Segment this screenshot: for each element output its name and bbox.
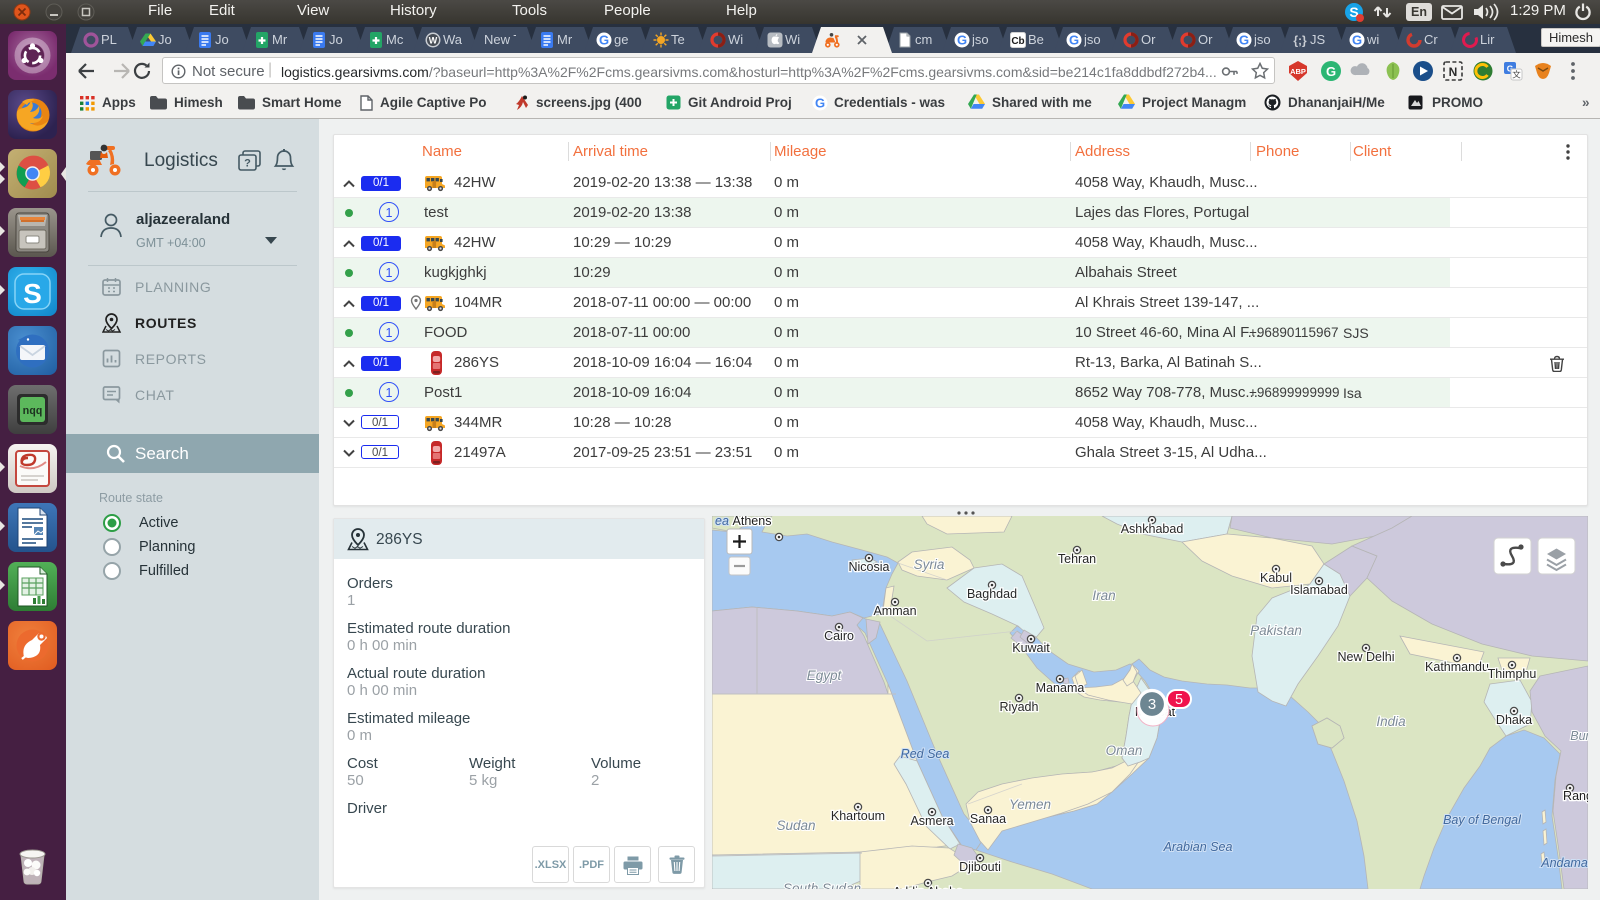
- svg-text:Amman: Amman: [873, 604, 916, 618]
- svg-text:Baghdad: Baghdad: [967, 587, 1017, 601]
- svg-text:Athens: Athens: [733, 516, 772, 528]
- svg-text:Islamabad: Islamabad: [1290, 583, 1348, 597]
- svg-text:Cb: Cb: [1011, 36, 1024, 47]
- svg-text:Kabul: Kabul: [1260, 571, 1292, 585]
- svg-text:Dhaka: Dhaka: [1496, 713, 1532, 727]
- svg-text:Kathmandu: Kathmandu: [1425, 660, 1489, 674]
- svg-text:Red Sea: Red Sea: [901, 747, 950, 761]
- svg-text:Kuwait: Kuwait: [1012, 641, 1050, 655]
- svg-text:Asmera: Asmera: [910, 814, 953, 828]
- svg-text:nqq: nqq: [23, 406, 43, 418]
- svg-text:Andaman: Andaman: [1540, 856, 1588, 870]
- svg-text:Riyadh: Riyadh: [1000, 700, 1039, 714]
- svg-text:G: G: [815, 96, 825, 111]
- svg-text:Sudan: Sudan: [776, 818, 815, 833]
- svg-text:G: G: [1069, 33, 1079, 48]
- svg-text:South Sudan: South Sudan: [783, 881, 861, 889]
- svg-text:G: G: [957, 33, 967, 48]
- svg-text:Bur: Bur: [1570, 729, 1588, 743]
- svg-text:Syria: Syria: [914, 557, 945, 572]
- svg-text:Nicosia: Nicosia: [849, 560, 890, 574]
- svg-text:ea: ea: [715, 516, 729, 528]
- svg-text:Arabian Sea: Arabian Sea: [1163, 840, 1233, 854]
- svg-text:5: 5: [1175, 692, 1183, 708]
- svg-text:Sanaa: Sanaa: [970, 812, 1006, 826]
- svg-text:Pakistan: Pakistan: [1250, 623, 1302, 638]
- svg-text:G: G: [1239, 33, 1249, 48]
- svg-text:Oman: Oman: [1106, 743, 1143, 758]
- svg-text:Rang: Rang: [1563, 789, 1588, 803]
- svg-text:W: W: [429, 36, 438, 46]
- svg-text:Manama: Manama: [1036, 681, 1085, 695]
- svg-text:Cairo: Cairo: [824, 629, 854, 643]
- svg-text:Thimphu: Thimphu: [1488, 667, 1537, 681]
- svg-text:文: 文: [1512, 70, 1521, 80]
- svg-text:Ashkhabad: Ashkhabad: [1121, 522, 1184, 536]
- svg-text:India: India: [1376, 714, 1406, 729]
- svg-text:New Delhi: New Delhi: [1338, 650, 1395, 664]
- svg-text:ABP: ABP: [1290, 67, 1306, 76]
- svg-text:Bay of Bengal: Bay of Bengal: [1443, 813, 1522, 827]
- svg-text:G: G: [599, 33, 609, 48]
- svg-text:Addis Ababa: Addis Ababa: [893, 885, 963, 889]
- svg-text:3: 3: [1148, 696, 1156, 713]
- svg-text:G: G: [1326, 64, 1336, 79]
- svg-text:Tehran: Tehran: [1058, 552, 1096, 566]
- svg-text:N: N: [1449, 65, 1458, 79]
- svg-text:Djibouti: Djibouti: [959, 860, 1001, 874]
- svg-text:Egypt: Egypt: [807, 668, 843, 683]
- svg-text:Iran: Iran: [1092, 588, 1115, 603]
- svg-text:{;}: {;}: [1293, 34, 1307, 48]
- svg-text:?: ?: [244, 158, 251, 170]
- svg-text:G: G: [1352, 33, 1362, 48]
- svg-text:Yemen: Yemen: [1009, 797, 1051, 812]
- svg-text:Khartoum: Khartoum: [831, 809, 885, 823]
- svg-text:S: S: [23, 278, 42, 309]
